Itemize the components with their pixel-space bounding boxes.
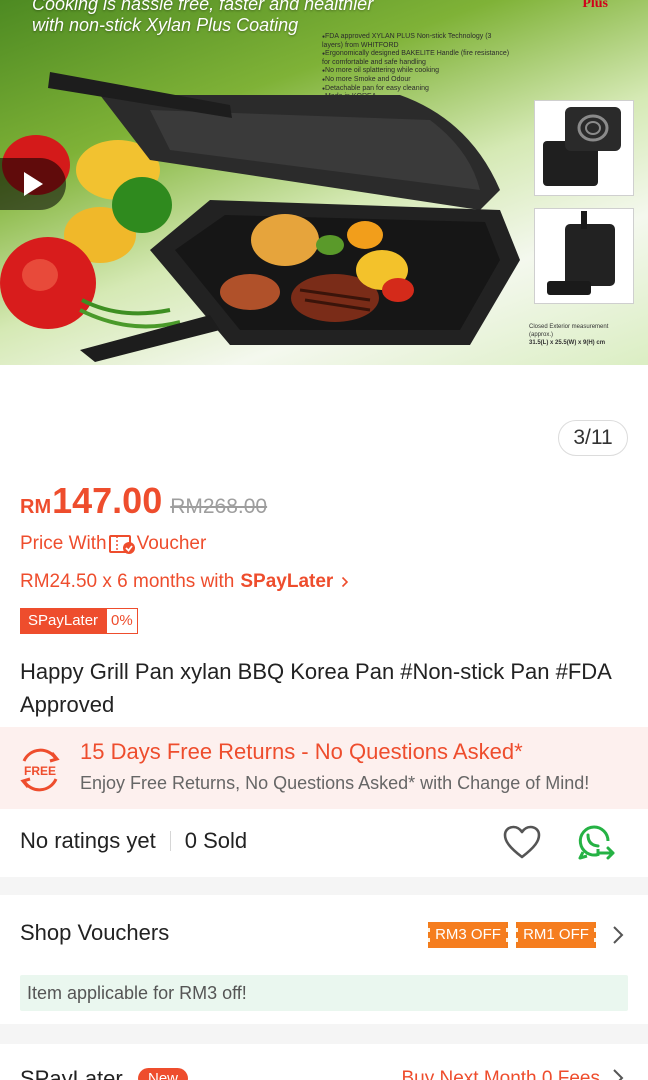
voucher-applicable-note: Item applicable for RM3 off! (20, 975, 628, 1011)
whatsapp-share-button[interactable] (576, 823, 616, 863)
shop-vouchers-label[interactable]: Shop Vouchers (20, 920, 169, 946)
voucher-line-suffix: Voucher (136, 533, 207, 554)
new-badge: New (138, 1068, 189, 1080)
price-row: RM 147.00 RM268.00 (20, 480, 267, 522)
hero-thumbnail-open (534, 100, 634, 196)
rating-text: No ratings yet (20, 828, 156, 853)
voucher-line-prefix: Price With (20, 533, 107, 554)
sold-count: 0 Sold (184, 828, 248, 853)
whatsapp-share-icon (578, 825, 615, 860)
price-currency: RM (20, 496, 52, 518)
video-play-button[interactable] (0, 158, 66, 210)
free-returns-icon: FREE (20, 748, 60, 792)
returns-subtitle: Enjoy Free Returns, No Questions Asked* … (80, 773, 590, 793)
play-icon (24, 172, 43, 196)
spaylater-badge: SPayLater 0% (20, 608, 138, 634)
spaylater-section-label[interactable]: SPayLater (20, 1066, 123, 1080)
image-counter: 3/11 (558, 420, 628, 456)
voucher-tag[interactable]: RM3 OFF (428, 922, 508, 948)
divider (169, 831, 171, 851)
section-divider (0, 1024, 648, 1044)
spaylater-installment-link[interactable]: RM24.50 x 6 months with SPayLater (20, 571, 349, 593)
voucher-tag[interactable]: RM1 OFF (516, 922, 596, 948)
product-image[interactable]: Cooking is hassle free, faster and healt… (0, 0, 648, 365)
chevron-right-icon (341, 576, 349, 588)
section-divider (0, 877, 648, 895)
voucher-icon (108, 533, 136, 555)
like-button[interactable] (503, 825, 541, 861)
spaylater-badge-pct: 0% (106, 608, 138, 634)
spaylater-promo-text[interactable]: Buy Next Month 0 Fees (401, 1068, 600, 1080)
ratings-row: No ratings yet 0 Sold (20, 828, 247, 854)
price-value: 147.00 (52, 480, 163, 521)
spaylater-badge-name: SPayLater (20, 608, 107, 634)
free-returns-banner[interactable]: FREE 15 Days Free Returns - No Questions… (0, 727, 648, 809)
chevron-right-icon[interactable] (612, 1068, 624, 1080)
hero-thumbnail-closed (534, 208, 634, 304)
heart-icon (503, 825, 541, 859)
original-price: RM268.00 (170, 495, 268, 518)
price-with-voucher[interactable]: Price With Voucher (20, 533, 206, 555)
installment-text: RM24.50 x 6 months with (20, 571, 235, 592)
chevron-right-icon[interactable] (612, 925, 624, 950)
returns-title: 15 Days Free Returns - No Questions Aske… (80, 739, 523, 764)
svg-text:FREE: FREE (24, 764, 56, 778)
spaylater-brand-text: SPayLater (240, 571, 334, 592)
product-title: Happy Grill Pan xylan BBQ Korea Pan #Non… (20, 659, 611, 717)
hero-measurement-text: Closed Exterior measurement (approx.) 31… (529, 324, 609, 346)
